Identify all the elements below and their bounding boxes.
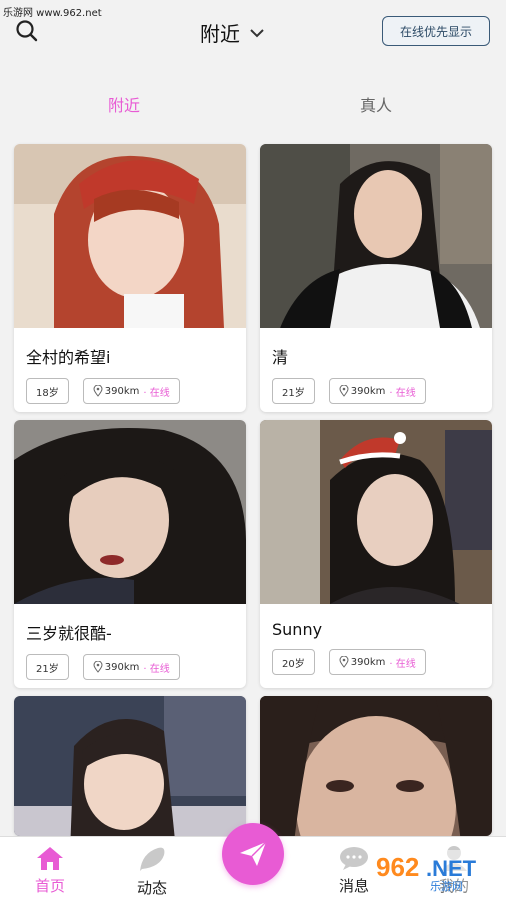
age-tag: 18岁	[26, 378, 69, 404]
distance-value: 390km	[350, 656, 386, 668]
nav-dynamic-label: 动态	[136, 879, 167, 897]
paper-plane-icon	[240, 841, 267, 866]
site-logo: 962 .NET 乐游网	[370, 850, 500, 893]
location-selector[interactable]: 附近	[200, 18, 266, 47]
location-pin-icon	[93, 385, 103, 397]
user-card[interactable]	[260, 696, 492, 836]
distance-tag: 390km · 在线	[328, 649, 426, 675]
user-photo	[14, 696, 246, 836]
location-pin-icon	[93, 661, 103, 673]
publish-button[interactable]	[222, 823, 284, 885]
distance-value: 390km	[104, 661, 140, 673]
watermark-text: 乐游网 www.962.net	[3, 8, 102, 19]
age-tag: 20岁	[272, 649, 315, 675]
feather-icon	[140, 847, 165, 871]
online-first-button[interactable]: 在线优先显示	[382, 16, 490, 46]
user-card[interactable]: 全村的希望i 18岁 390km · 在线	[14, 144, 246, 412]
distance-tag: 390km · 在线	[328, 378, 426, 404]
chevron-down-icon	[250, 28, 264, 37]
svg-text:乐游网: 乐游网	[430, 880, 463, 893]
search-icon[interactable]	[14, 18, 40, 44]
user-photo	[14, 420, 246, 604]
svg-text:.NET: .NET	[426, 856, 477, 881]
chat-icon	[340, 847, 368, 870]
distance-tag: 390km · 在线	[82, 654, 180, 680]
tab-real-person[interactable]: 真人	[360, 92, 392, 116]
nav-dynamic[interactable]: 动态	[122, 845, 182, 898]
age-tag: 21岁	[272, 378, 315, 404]
user-card[interactable]: 三岁就很酷- 21岁 390km · 在线	[14, 420, 246, 688]
nav-home-label: 首页	[34, 877, 65, 895]
online-status: · 在线	[389, 387, 416, 399]
online-status: · 在线	[143, 387, 170, 399]
age-tag: 21岁	[26, 654, 69, 680]
tab-nearby[interactable]: 附近	[108, 92, 140, 116]
user-photo	[260, 144, 492, 328]
user-photo	[260, 420, 492, 604]
location-pin-icon	[339, 385, 349, 397]
user-photo	[260, 696, 492, 836]
user-photo	[14, 144, 246, 328]
tab-bar: 附近 真人	[0, 88, 506, 118]
online-status: · 在线	[143, 663, 170, 675]
page-title: 附近	[200, 22, 240, 46]
online-status: · 在线	[389, 658, 416, 670]
distance-tag: 390km · 在线	[82, 378, 180, 404]
user-name: 清	[272, 348, 289, 367]
user-name: 三岁就很酷-	[26, 624, 112, 643]
user-card[interactable]: Sunny 20岁 390km · 在线	[260, 420, 492, 688]
home-icon	[37, 847, 63, 870]
distance-value: 390km	[104, 385, 140, 397]
distance-value: 390km	[350, 385, 386, 397]
user-card[interactable]	[14, 696, 246, 836]
svg-text:962: 962	[376, 852, 419, 882]
nav-messages-label: 消息	[338, 877, 369, 895]
user-card[interactable]: 清 21岁 390km · 在线	[260, 144, 492, 412]
user-name: 全村的希望i	[26, 348, 111, 367]
location-pin-icon	[339, 656, 349, 668]
nav-home[interactable]: 首页	[20, 845, 80, 896]
user-name: Sunny	[272, 620, 323, 639]
